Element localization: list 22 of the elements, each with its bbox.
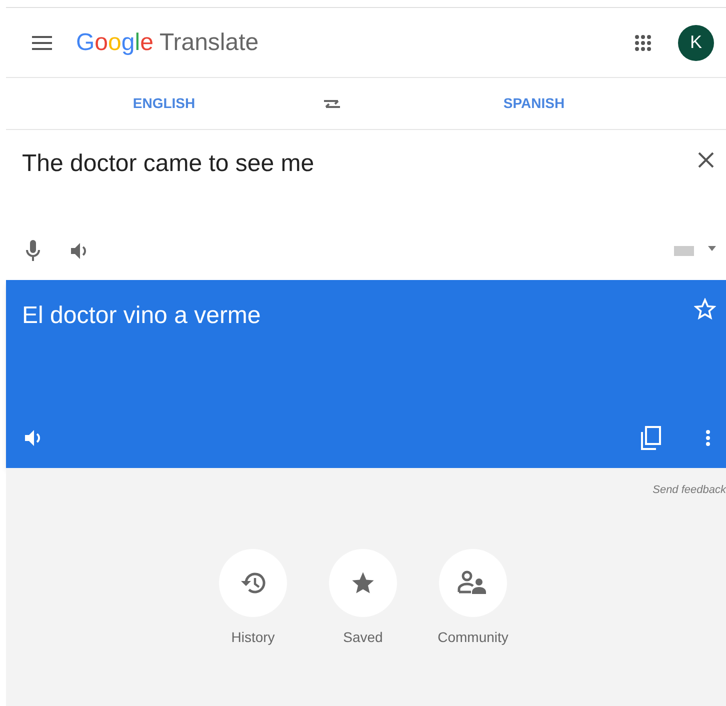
people-icon xyxy=(457,570,489,596)
source-language-tab[interactable]: ENGLISH xyxy=(6,93,322,114)
apps-icon[interactable] xyxy=(634,34,652,52)
swap-icon[interactable] xyxy=(322,98,342,110)
more-icon[interactable] xyxy=(706,430,710,446)
product-name: Translate xyxy=(159,28,259,58)
history-icon xyxy=(240,570,266,594)
close-icon[interactable] xyxy=(698,152,714,168)
shortcut-label: Community xyxy=(438,628,508,647)
avatar[interactable]: K xyxy=(678,24,714,60)
microphone-icon[interactable] xyxy=(26,240,40,262)
brand-logo: Google xyxy=(76,28,154,58)
target-language-tab[interactable]: SPANISH xyxy=(342,93,726,114)
menu-icon[interactable] xyxy=(32,36,52,50)
translation-text: El doctor vino a verme xyxy=(22,301,262,331)
copy-icon[interactable] xyxy=(640,426,662,450)
dropdown-icon[interactable] xyxy=(708,246,716,250)
shortcut-label: History xyxy=(231,628,275,647)
input-field[interactable]: The doctor came to see me xyxy=(22,146,698,182)
star-icon xyxy=(350,570,376,596)
star-icon[interactable] xyxy=(694,298,716,320)
shortcut-label: Saved xyxy=(343,628,383,646)
